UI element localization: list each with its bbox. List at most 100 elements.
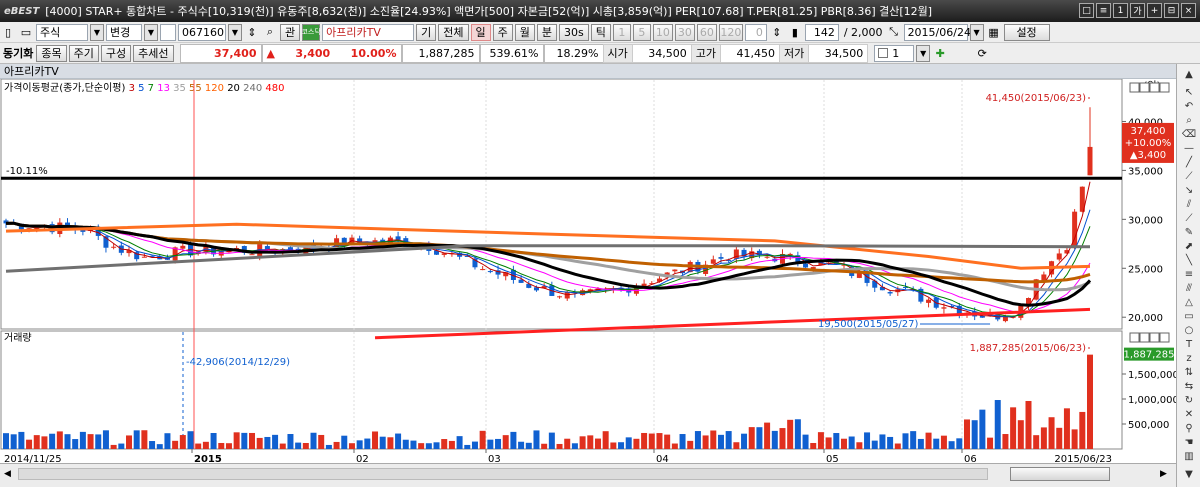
ma-period-label[interactable]: 5 <box>138 83 148 94</box>
ma-period-label[interactable]: 20 <box>227 83 243 94</box>
tool-bars-icon[interactable]: ▥ <box>1181 450 1197 463</box>
display-count-input[interactable]: 142 <box>804 23 839 41</box>
interval-30-button[interactable]: 30 <box>674 23 695 41</box>
scroll-bar-icon[interactable]: ▮ <box>787 24 803 41</box>
add-chart-icon[interactable]: ✚ <box>932 45 948 62</box>
tool-zz-icon[interactable]: z <box>1181 352 1197 365</box>
tool-parallel-icon[interactable]: ⫻ <box>1181 282 1197 295</box>
trendline-button[interactable]: 추세선 <box>133 44 174 62</box>
tool-cycle-icon[interactable]: ↻ <box>1181 394 1197 407</box>
scroll-right-icon[interactable]: ▶ <box>1160 469 1167 479</box>
stock-code-input[interactable]: 067160 <box>178 23 226 41</box>
ma-period-label[interactable]: 240 <box>243 83 265 94</box>
period-day-button[interactable]: 일 <box>470 23 491 41</box>
window-btn-1[interactable]: 1 <box>1113 3 1128 18</box>
tool-updown-icon[interactable]: ⇅ <box>1181 366 1197 379</box>
tool-cursor-icon[interactable]: ↖ <box>1181 86 1197 99</box>
tool-zoom-icon[interactable]: ⌕ <box>1181 114 1197 127</box>
zoom-icon[interactable]: ⤡ <box>886 24 902 41</box>
period-minute-button[interactable]: 분 <box>536 23 557 41</box>
tool-marker-icon[interactable]: ⬈ <box>1181 240 1197 253</box>
date-dropdown-icon[interactable]: ▼ <box>969 23 984 41</box>
ma-period-label[interactable]: 3 <box>129 83 139 94</box>
code-mark-box[interactable] <box>160 23 176 41</box>
tool-hand-icon[interactable]: ☚ <box>1181 436 1197 449</box>
scroll-left-icon[interactable]: ◀ <box>4 469 11 479</box>
tool-line-icon[interactable]: ╱ <box>1181 156 1197 169</box>
period-week-button[interactable]: 주 <box>492 23 513 41</box>
volume-bar <box>1040 427 1047 449</box>
interval-120-button[interactable]: 120 <box>718 23 743 41</box>
ma-period-label[interactable]: 13 <box>157 83 173 94</box>
ma-period-label[interactable]: 120 <box>205 83 227 94</box>
tool-split-icon[interactable]: ⇆ <box>1181 380 1197 393</box>
sync-label[interactable]: 동기화 <box>0 45 36 61</box>
tool-circle-icon[interactable]: ○ <box>1181 324 1197 337</box>
period-30s-button[interactable]: 30s <box>559 23 589 41</box>
chart-count-select[interactable]: 1 <box>874 44 915 62</box>
tool-arrow-icon[interactable]: ↘ <box>1181 184 1197 197</box>
tool-delete-icon[interactable]: ✕ <box>1181 408 1197 421</box>
volume-bar <box>118 443 125 449</box>
tool-text-icon[interactable]: T <box>1181 338 1197 351</box>
basic-button[interactable]: 기 <box>416 23 437 41</box>
spin-icon[interactable]: ⇕ <box>244 24 260 41</box>
chart-count-dropdown-icon[interactable]: ▼ <box>916 44 931 62</box>
tool-fan-icon[interactable]: ⟋ <box>1181 212 1197 225</box>
ma-period-label[interactable]: 480 <box>265 83 284 94</box>
tool-scroll-down-icon[interactable]: ▼ <box>1181 468 1197 481</box>
tool-pen-icon[interactable]: ✎ <box>1181 226 1197 239</box>
cycle-button[interactable]: 주기 <box>68 44 99 62</box>
related-button[interactable]: 관 <box>280 23 301 41</box>
market-select[interactable]: 주식 <box>36 23 88 41</box>
layout-icon[interactable]: ▯ <box>0 24 16 41</box>
tool-hline-icon[interactable]: — <box>1181 142 1197 155</box>
window-btn-minimize[interactable]: ⊟ <box>1164 3 1179 18</box>
tool-trend-icon[interactable]: ╲ <box>1181 254 1197 267</box>
change-dropdown-icon[interactable]: ▼ <box>144 23 158 41</box>
window-btn-restore[interactable]: □ <box>1079 3 1094 18</box>
settings-button[interactable]: 설정 <box>1003 23 1050 41</box>
interval-1-button[interactable]: 1 <box>612 23 631 41</box>
tool-undo-icon[interactable]: ↶ <box>1181 100 1197 113</box>
ma-period-label[interactable]: 55 <box>189 83 205 94</box>
tool-fibo-icon[interactable]: ≡ <box>1181 268 1197 281</box>
date-input[interactable]: 2015/06/24 <box>903 23 971 41</box>
window-btn-font[interactable]: 가 <box>1130 3 1145 18</box>
tool-ray-icon[interactable]: ⟋ <box>1181 170 1197 183</box>
market-dropdown-icon[interactable]: ▼ <box>90 23 104 41</box>
window-btn-close[interactable]: × <box>1181 3 1196 18</box>
change-select[interactable]: 변경 <box>106 23 142 41</box>
tool-channel-icon[interactable]: ⫽ <box>1181 198 1197 211</box>
period-tick-button[interactable]: 틱 <box>590 23 611 41</box>
ma-period-label[interactable]: 35 <box>173 83 189 94</box>
all-button[interactable]: 전체 <box>438 23 469 41</box>
interval-5-button[interactable]: 5 <box>632 23 651 41</box>
stock-name-field[interactable]: 아프리카TV <box>322 23 415 41</box>
window-btn-menu[interactable]: ≡ <box>1096 3 1111 18</box>
tool-pin-icon[interactable]: ⚲ <box>1181 422 1197 435</box>
interval-input[interactable]: 0 <box>744 23 767 41</box>
item-button[interactable]: 종목 <box>36 44 67 62</box>
screen-icon[interactable]: ▭ <box>18 24 34 41</box>
period-month-button[interactable]: 월 <box>514 23 535 41</box>
window-btn-add[interactable]: + <box>1147 3 1162 18</box>
interval-spin-icon[interactable]: ⇕ <box>769 24 785 41</box>
scroll-thumb[interactable] <box>1010 467 1110 481</box>
ma-period-label[interactable]: 7 <box>148 83 158 94</box>
tool-eraser-icon[interactable]: ⌫ <box>1181 128 1197 141</box>
code-dropdown-icon[interactable]: ▼ <box>228 23 242 41</box>
volume-bar <box>794 419 801 449</box>
scroll-track[interactable] <box>18 468 988 480</box>
tool-rect-icon[interactable]: ▭ <box>1181 310 1197 323</box>
tool-triangle-icon[interactable]: △ <box>1181 296 1197 309</box>
interval-10-button[interactable]: 10 <box>652 23 673 41</box>
search-icon[interactable]: ⌕ <box>262 24 278 41</box>
refresh-icon[interactable]: ⟳ <box>974 45 990 62</box>
compose-button[interactable]: 구성 <box>100 44 132 62</box>
chart-area[interactable]: (일)가격이동평균(종가,단순이평) 3 5 7 13 35 55 120 20… <box>0 79 1176 463</box>
bottom-scrollbar[interactable]: ◀ ▶ <box>0 463 1176 487</box>
interval-60-button[interactable]: 60 <box>696 23 717 41</box>
tool-scroll-up-icon[interactable]: ▲ <box>1181 68 1197 81</box>
calendar-icon[interactable]: ▦ <box>986 24 1002 41</box>
